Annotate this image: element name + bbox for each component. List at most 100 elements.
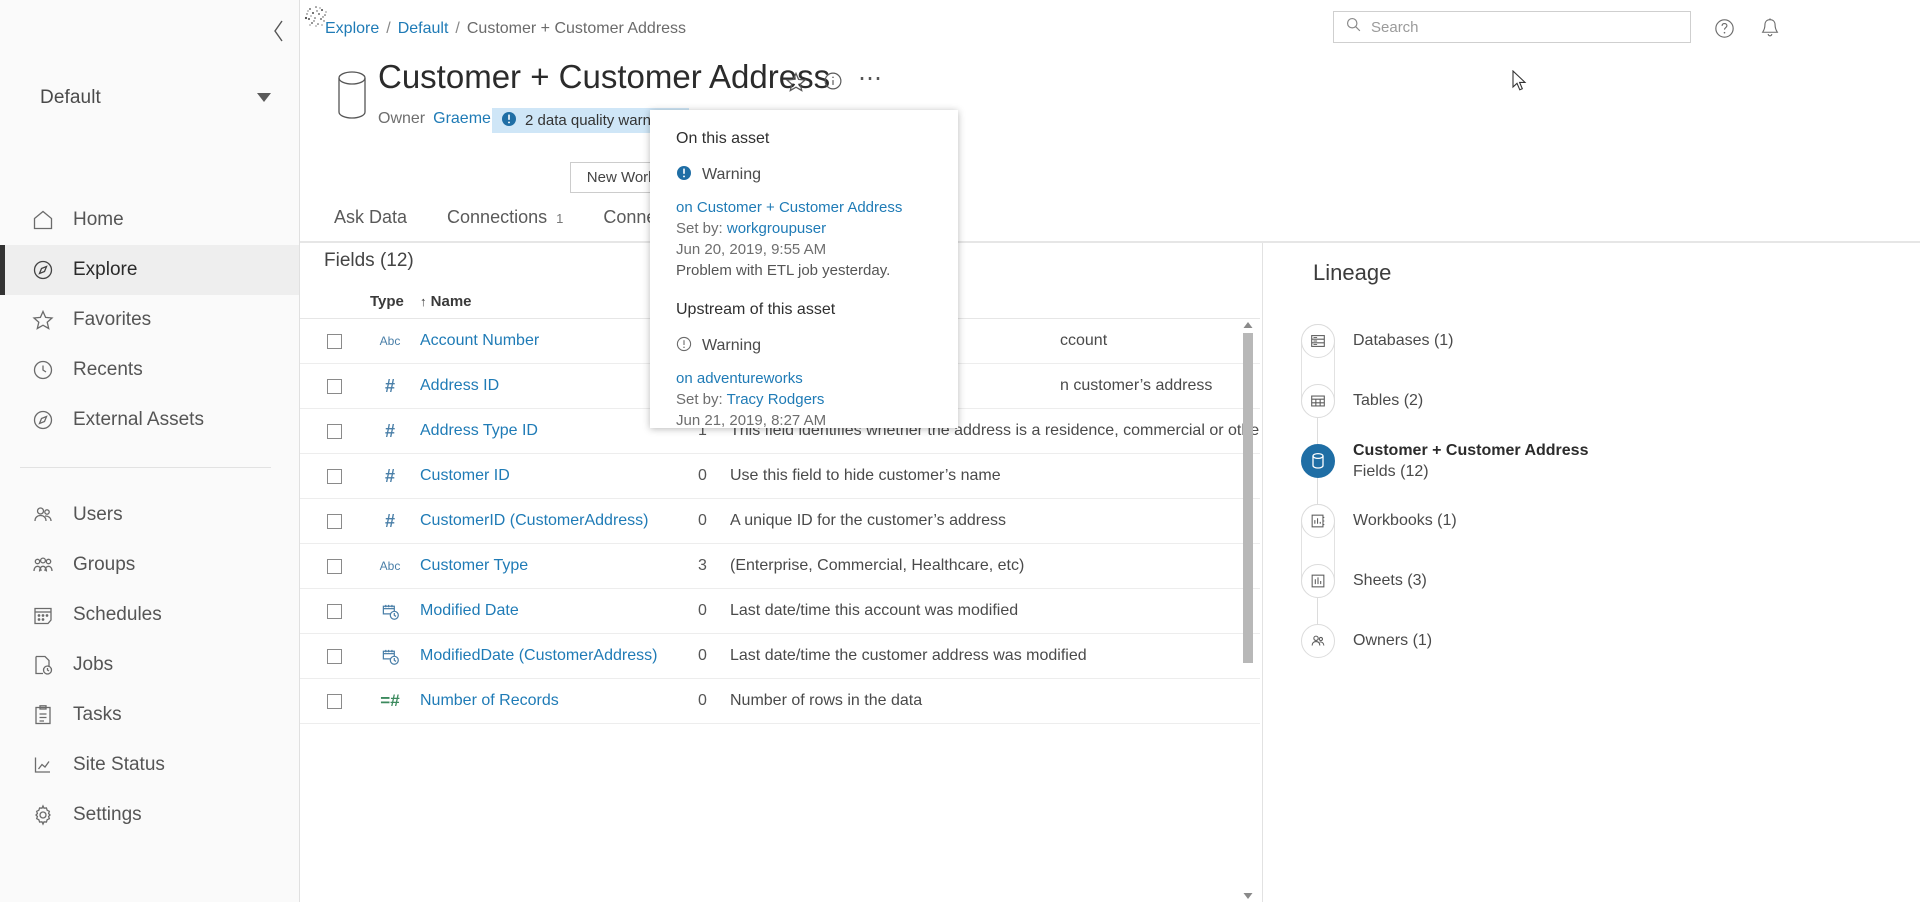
lineage-item-sheets[interactable]: Sheets (3) (1263, 551, 1920, 611)
sidebar-item-label: Explore (73, 259, 137, 281)
field-show-count: 0 (698, 602, 707, 620)
field-description: Number of rows in the data (730, 692, 922, 710)
popup-on-prefix: on (676, 370, 693, 387)
column-header-type[interactable]: Type (370, 293, 404, 310)
table-row[interactable]: # Customer ID 0 Use this field to hide c… (300, 454, 1260, 499)
more-options-icon[interactable]: ⋯ (858, 70, 883, 88)
lineage-item-current-asset[interactable]: Customer + Customer Address Fields (12) (1263, 431, 1920, 491)
field-name-link[interactable]: Address Type ID (420, 422, 538, 440)
popup-upstream-setby: Set by: Tracy Rodgers (676, 391, 932, 408)
row-checkbox[interactable] (327, 604, 342, 619)
gear-icon (30, 802, 56, 828)
table-row[interactable]: =# Number of Records 0 Number of rows in… (300, 679, 1260, 724)
sidebar-item-explore[interactable]: Explore (0, 245, 299, 295)
warning-icon (501, 111, 517, 131)
field-name-link[interactable]: Customer Type (420, 557, 528, 575)
bell-icon[interactable] (1755, 13, 1785, 43)
help-icon[interactable] (1709, 13, 1739, 43)
row-checkbox[interactable] (327, 469, 342, 484)
sidebar-item-external-assets[interactable]: External Assets (0, 395, 299, 445)
sidebar-item-users[interactable]: Users (0, 490, 299, 540)
popup-setby-user-link[interactable]: Tracy Rodgers (727, 391, 825, 408)
scroll-down-icon[interactable] (1242, 890, 1254, 902)
breadcrumb-separator: / (386, 20, 390, 38)
breadcrumb-item-explore[interactable]: Explore (325, 20, 379, 38)
field-type-number-icon: # (370, 376, 410, 397)
field-name-link[interactable]: CustomerID (CustomerAddress) (420, 512, 649, 530)
table-row[interactable]: ModifiedDate (CustomerAddress) 0 Last da… (300, 634, 1260, 679)
sidebar-item-schedules[interactable]: Schedules (0, 590, 299, 640)
users-icon (30, 502, 56, 528)
site-status-icon (30, 752, 56, 778)
search-icon (1345, 16, 1362, 38)
field-description: Use this field to hide customer’s name (730, 467, 1001, 485)
lineage-item-databases[interactable]: Databases (1) (1263, 311, 1920, 371)
row-checkbox[interactable] (327, 379, 342, 394)
field-description: Last date/time the customer address was … (730, 647, 1087, 665)
field-description: ccount (1060, 332, 1107, 350)
owners-icon (1301, 624, 1335, 658)
popup-warning-label: Warning (702, 337, 761, 355)
lineage-item-workbooks[interactable]: Workbooks (1) (1263, 491, 1920, 551)
site-name: Default (40, 87, 101, 109)
popup-setby-user-link[interactable]: workgroupuser (727, 220, 826, 237)
popup-on-asset-target-link[interactable]: Customer + Customer Address (697, 199, 903, 216)
sidebar-item-site-status[interactable]: Site Status (0, 740, 299, 790)
row-checkbox[interactable] (327, 694, 342, 709)
breadcrumb: Explore / Default / Customer + Customer … (325, 20, 686, 38)
info-icon[interactable] (822, 70, 844, 97)
tab-connections[interactable]: Connections 1 (427, 207, 583, 237)
sidebar-item-favorites[interactable]: Favorites (0, 295, 299, 345)
field-name-link[interactable]: Customer ID (420, 467, 510, 485)
row-checkbox[interactable] (327, 424, 342, 439)
field-name-link[interactable]: Modified Date (420, 602, 519, 620)
column-header-name[interactable]: ↑ Name (420, 293, 472, 310)
topbar: Explore / Default / Customer + Customer … (300, 0, 1920, 64)
sidebar-item-label: Recents (73, 359, 143, 381)
lineage-title: Lineage (1313, 260, 1391, 286)
field-type-text-icon: Abc (370, 334, 410, 348)
warning-icon (676, 165, 692, 185)
row-checkbox[interactable] (327, 514, 342, 529)
sidebar-item-label: Schedules (73, 604, 162, 626)
field-name-link[interactable]: Number of Records (420, 692, 559, 710)
field-type-number-icon: # (370, 466, 410, 487)
sidebar-item-label: Groups (73, 554, 135, 576)
site-picker[interactable]: Default (0, 0, 299, 195)
popup-on-asset-warning-row: Warning (676, 165, 932, 185)
field-name-link[interactable]: ModifiedDate (CustomerAddress) (420, 647, 657, 665)
lineage-item-tables[interactable]: Tables (2) (1263, 371, 1920, 431)
sidebar-item-home[interactable]: Home (0, 195, 299, 245)
sidebar-item-recents[interactable]: Recents (0, 345, 299, 395)
scroll-up-icon[interactable] (1242, 319, 1254, 331)
field-name-link[interactable]: Address ID (420, 377, 499, 395)
collapse-sidebar-button[interactable] (262, 14, 296, 48)
sidebar-item-tasks[interactable]: Tasks (0, 690, 299, 740)
popup-setby-label: Set by: (676, 391, 723, 408)
fields-table-scrollbar[interactable] (1242, 319, 1254, 902)
breadcrumb-item-default[interactable]: Default (398, 20, 449, 38)
owner-label: Owner (378, 110, 425, 128)
table-row[interactable]: # CustomerID (CustomerAddress) 0 A uniqu… (300, 499, 1260, 544)
popup-upstream-target-link[interactable]: adventureworks (697, 370, 803, 387)
lineage-item-owners[interactable]: Owners (1) (1263, 611, 1920, 671)
table-row[interactable]: Modified Date 0 Last date/time this acco… (300, 589, 1260, 634)
search-box[interactable] (1333, 11, 1691, 43)
search-input[interactable] (1371, 19, 1661, 36)
sidebar-divider (20, 467, 271, 468)
field-name-link[interactable]: Account Number (420, 332, 539, 350)
tab-ask-data[interactable]: Ask Data (314, 207, 427, 237)
sidebar-item-jobs[interactable]: Jobs (0, 640, 299, 690)
breadcrumb-item-current: Customer + Customer Address (467, 20, 686, 38)
row-checkbox[interactable] (327, 649, 342, 664)
favorite-star-icon[interactable] (784, 70, 808, 99)
scrollbar-thumb[interactable] (1243, 333, 1253, 663)
sidebar-item-label: Tasks (73, 704, 122, 726)
sidebar-item-settings[interactable]: Settings (0, 790, 299, 840)
table-row[interactable]: Abc Customer Type 3 (Enterprise, Commerc… (300, 544, 1260, 589)
field-show-count: 0 (698, 692, 707, 710)
row-checkbox[interactable] (327, 334, 342, 349)
popup-upstream-warning-row: Warning (676, 336, 932, 356)
sidebar-item-groups[interactable]: Groups (0, 540, 299, 590)
row-checkbox[interactable] (327, 559, 342, 574)
